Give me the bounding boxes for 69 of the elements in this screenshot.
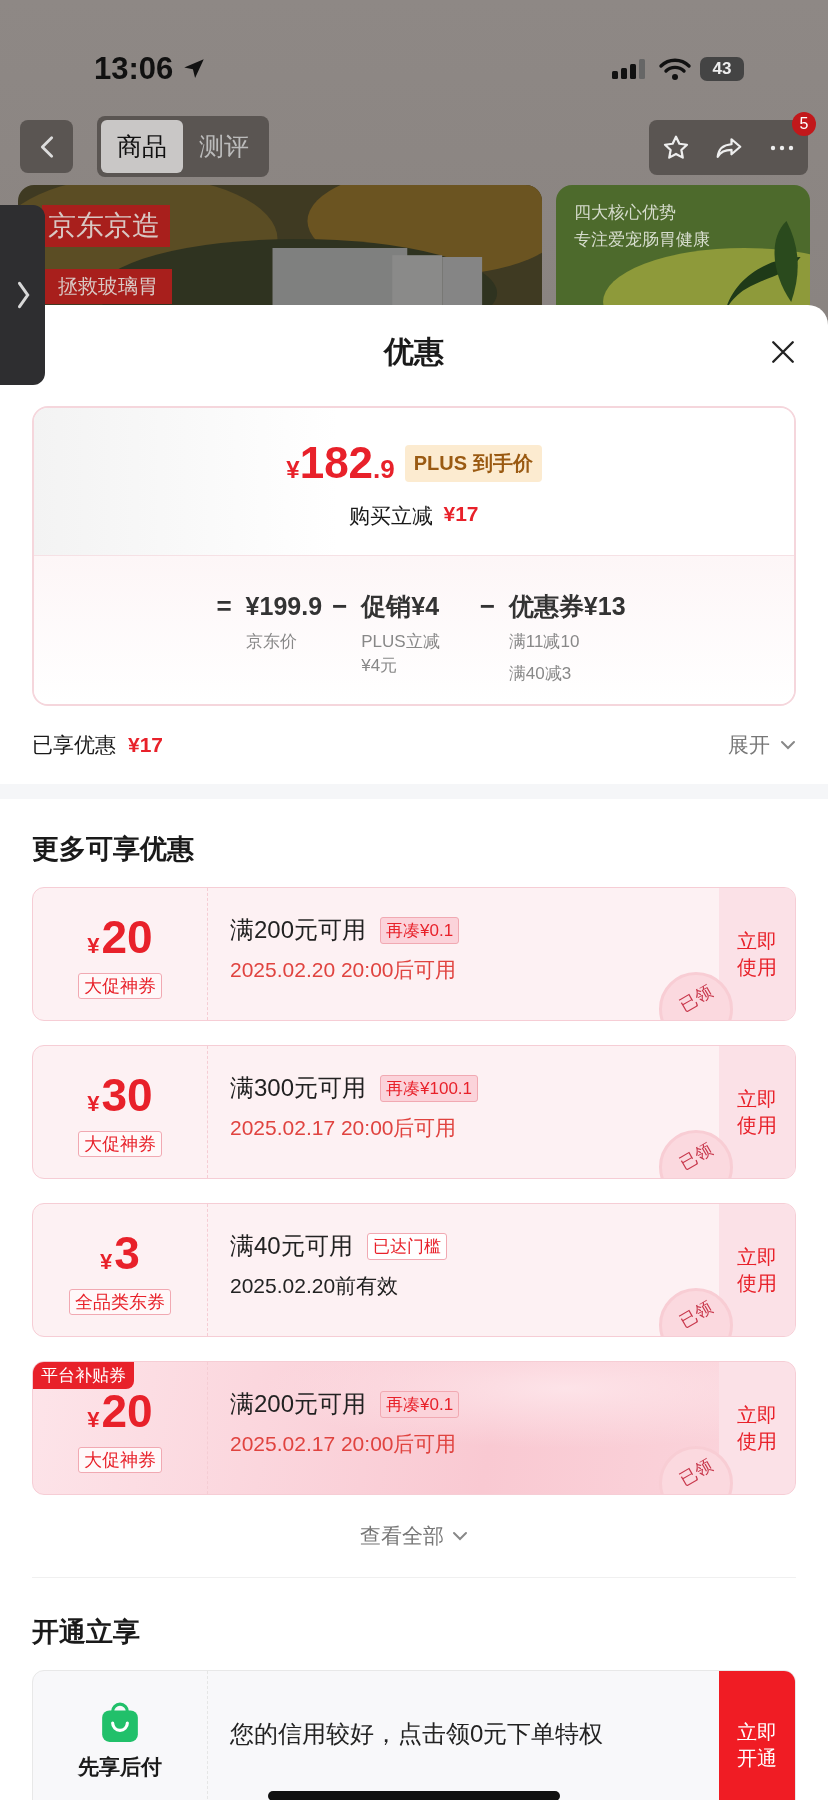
threshold-tag: 已达门槛	[366, 1232, 447, 1260]
chevron-down-icon	[452, 1531, 468, 1541]
threshold-tag: 再凑¥0.1	[380, 1390, 460, 1418]
activate-button[interactable]: 立即开通	[719, 1671, 795, 1800]
saving-label: 购买立减	[349, 503, 434, 529]
breakdown-note: 满11减10	[508, 631, 581, 653]
coupon-amount: ¥30	[87, 1069, 153, 1123]
use-button[interactable]: 立即使用	[719, 1204, 795, 1336]
wifi-icon	[658, 57, 692, 81]
breakdown-note: 京东价	[245, 631, 298, 653]
price-tag: PLUS 到手价	[404, 444, 542, 482]
banner-text: 专注爱宠肠胃健康	[574, 229, 710, 251]
sheet-title: 优惠	[384, 333, 444, 370]
breakdown-note: PLUS立减¥4元	[361, 631, 441, 677]
coupon-condition: 满40元可用	[230, 1231, 353, 1261]
clock-time: 13:06	[94, 51, 174, 87]
threshold-tag: 再凑¥0.1	[380, 916, 460, 944]
breakdown-value: ¥199.9	[245, 591, 323, 622]
battery-indicator: 43	[700, 57, 744, 81]
back-icon	[39, 134, 54, 159]
banner-text: 四大核心优势	[574, 202, 677, 224]
coupon-amount: ¥20	[87, 911, 153, 965]
back-button[interactable]	[20, 120, 73, 173]
use-button[interactable]: 立即使用	[719, 888, 795, 1020]
use-button[interactable]: 立即使用	[719, 1362, 795, 1494]
tab[interactable]: 测评	[183, 120, 265, 173]
section-title: 开通立享	[32, 1616, 141, 1649]
coupon-condition: 满200元可用	[230, 1389, 367, 1419]
coupon-condition: 满300元可用	[230, 1073, 367, 1103]
shopping-bag-icon	[99, 1701, 141, 1743]
close-icon	[770, 339, 796, 365]
brand-label: 京东京造	[42, 205, 170, 247]
validity-text: 2025.02.20 20:00后可用	[230, 957, 458, 983]
claimed-stamp: 已领	[659, 972, 733, 1020]
breakdown-value: 优惠券¥13	[508, 591, 626, 622]
operator-sign: −	[332, 590, 348, 622]
expand-button[interactable]: 展开	[728, 731, 796, 759]
operator-sign: =	[216, 590, 232, 622]
validity-text: 2025.02.17 20:00后可用	[230, 1115, 458, 1141]
discount-amount: ¥17	[128, 733, 164, 757]
view-all-button[interactable]: 查看全部	[360, 1522, 468, 1550]
operator-sign: −	[479, 590, 495, 622]
notification-badge: 5	[792, 112, 816, 136]
validity-text: 2025.02.17 20:00后可用	[230, 1431, 458, 1457]
claimed-stamp: 已领	[659, 1130, 733, 1178]
coupon-ribbon: 平台补贴券	[33, 1362, 134, 1389]
saving-amount: ¥17	[443, 502, 479, 527]
breakdown-value: 促销¥4	[361, 591, 441, 622]
breakdown-note: 满40减3	[508, 663, 573, 685]
coupon-type: 全品类东券	[69, 1288, 171, 1315]
validity-text: 2025.02.20前有效	[230, 1273, 400, 1299]
more-icon	[768, 143, 795, 152]
discount-label: 已享优惠	[32, 732, 116, 758]
coupon-type: 大促神券	[78, 1446, 162, 1473]
threshold-tag: 再凑¥100.1	[380, 1074, 479, 1102]
price-amount: ¥182.9	[286, 438, 395, 488]
credit-message: 您的信用较好，点击领0元下单特权	[230, 1719, 604, 1749]
coupon-amount: ¥3	[100, 1227, 140, 1281]
chevron-down-icon	[780, 740, 796, 750]
promo-label: 拯救玻璃胃	[44, 269, 172, 304]
section-title: 更多可享优惠	[32, 833, 195, 866]
claimed-stamp: 已领	[659, 1446, 733, 1494]
coupon-type: 大促神券	[78, 972, 162, 999]
coupon-type: 大促神券	[78, 1130, 162, 1157]
claimed-stamp: 已领	[659, 1288, 733, 1336]
use-button[interactable]: 立即使用	[719, 1046, 795, 1178]
tab[interactable]: 商品	[101, 120, 183, 173]
service-name: 先享后付	[78, 1754, 162, 1780]
coupon-condition: 满200元可用	[230, 915, 367, 945]
